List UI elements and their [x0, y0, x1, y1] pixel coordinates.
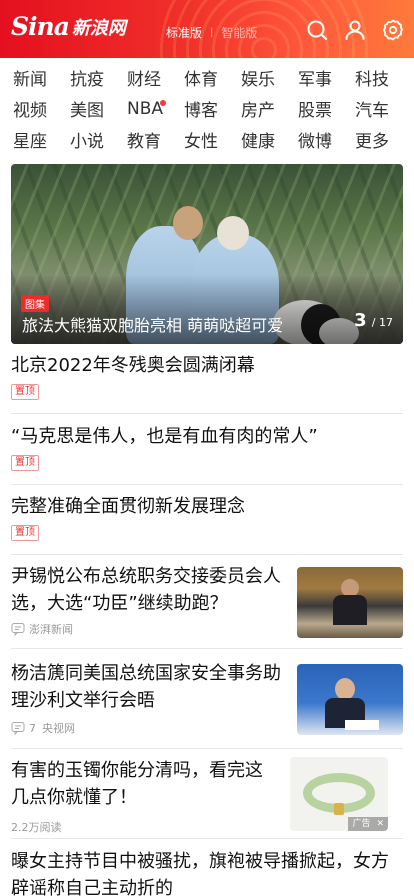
- channel-auto[interactable]: 汽车: [355, 96, 412, 121]
- ad-close-icon[interactable]: ✕: [376, 817, 384, 831]
- channel-more[interactable]: 更多: [355, 127, 412, 152]
- keeper-head: [173, 206, 203, 240]
- channel-nba-label: NBA: [127, 98, 164, 119]
- channel-covid[interactable]: 抗疫: [70, 65, 127, 90]
- ad-item[interactable]: 有害的玉镯你能分清吗，看完这几点你就懂了！ 2.2万阅读 广告 ✕: [11, 757, 403, 839]
- new-dot-icon: [160, 99, 166, 106]
- channel-house[interactable]: 房产: [241, 96, 298, 121]
- channel-row: 视频 美图 NBA 博客 房产 股票 汽车: [13, 93, 412, 124]
- sina-logo[interactable]: Sina 新浪网: [11, 12, 126, 41]
- channel-sports[interactable]: 体育: [184, 65, 241, 90]
- news-thumbnail[interactable]: [297, 567, 403, 638]
- comment-icon: [11, 721, 25, 735]
- channel-tech[interactable]: 科技: [355, 65, 412, 90]
- standard-version-link[interactable]: 标准版: [166, 24, 202, 41]
- channel-photos[interactable]: 美图: [70, 96, 127, 121]
- channel-finance[interactable]: 财经: [127, 65, 184, 90]
- logo-text-cn: 新浪网: [71, 17, 126, 39]
- channel-military[interactable]: 军事: [298, 65, 355, 90]
- channel-health[interactable]: 健康: [241, 127, 298, 152]
- logo-text-en: Sina: [11, 12, 70, 41]
- user-icon[interactable]: [343, 18, 367, 42]
- news-item[interactable]: 杨洁篪同美国总统国家安全事务助理沙利文举行会晤 7 央视网: [11, 660, 403, 749]
- pinned-badge: 置顶: [11, 384, 39, 400]
- carousel-pager: 3 / 17: [354, 310, 393, 331]
- news-title[interactable]: 尹锡悦公布总统职务交接委员会人选，大选“功臣”继续助跑？: [11, 563, 287, 617]
- ad-label: 广告: [352, 819, 371, 829]
- channel-astro[interactable]: 星座: [13, 127, 70, 152]
- news-title[interactable]: 杨洁篪同美国总统国家安全事务助理沙利文举行会晤: [11, 660, 287, 714]
- comment-count: 7: [29, 721, 36, 735]
- channel-video[interactable]: 视频: [13, 96, 70, 121]
- channel-blog[interactable]: 博客: [184, 96, 241, 121]
- settings-icon[interactable]: [381, 18, 405, 42]
- news-item[interactable]: 曝女主持节目中被骚扰，旗袍被导播掀起，女方辟谣称自己主动折的: [11, 848, 403, 896]
- top-header: Sina 新浪网 标准版 | 智能版: [0, 0, 414, 58]
- pinned-badge: 置顶: [11, 525, 39, 541]
- news-source: 澎湃新闻: [29, 623, 73, 636]
- banner-title[interactable]: 旅法大熊猫双胞胎亮相 萌萌哒超可爱: [22, 312, 283, 336]
- channel-women[interactable]: 女性: [184, 127, 241, 152]
- news-title[interactable]: “马克思是伟人，也是有血有肉的常人”: [11, 423, 403, 450]
- news-title[interactable]: 有害的玉镯你能分清吗，看完这几点你就懂了！: [11, 757, 273, 811]
- news-title[interactable]: 北京2022年冬残奥会圆满闭幕: [11, 352, 403, 379]
- smart-version-link[interactable]: 智能版: [221, 24, 257, 41]
- news-title[interactable]: 完整准确全面贯彻新发展理念: [11, 493, 403, 520]
- channel-row: 星座 小说 教育 女性 健康 微博 更多: [13, 124, 412, 155]
- news-title[interactable]: 曝女主持节目中被骚扰，旗袍被导播掀起，女方辟谣称自己主动折的: [11, 848, 403, 896]
- pager-total: / 17: [371, 316, 393, 329]
- ad-thumbnail[interactable]: 广告 ✕: [290, 757, 388, 831]
- search-icon[interactable]: [305, 18, 329, 42]
- gallery-tag: 图集: [21, 295, 49, 312]
- news-source: 央视网: [42, 722, 75, 735]
- pinned-badge: 置顶: [11, 455, 39, 471]
- pager-current: 3: [354, 310, 367, 331]
- comment-icon: [11, 622, 25, 636]
- news-item[interactable]: 完整准确全面贯彻新发展理念 置顶: [11, 493, 403, 555]
- channel-weibo[interactable]: 微博: [298, 127, 355, 152]
- channel-news[interactable]: 新闻: [13, 65, 70, 90]
- channel-row: 新闻 抗疫 财经 体育 娱乐 军事 科技: [13, 62, 412, 93]
- news-item[interactable]: 北京2022年冬残奥会圆满闭幕 置顶: [11, 352, 403, 414]
- photo-carousel[interactable]: 图集 旅法大熊猫双胞胎亮相 萌萌哒超可爱 3 / 17: [11, 164, 403, 344]
- channel-stocks[interactable]: 股票: [298, 96, 355, 121]
- channel-ent[interactable]: 娱乐: [241, 65, 298, 90]
- version-separator: |: [210, 27, 214, 38]
- channel-edu[interactable]: 教育: [127, 127, 184, 152]
- ad-badge[interactable]: 广告 ✕: [348, 817, 388, 831]
- read-count: 2.2万阅读: [11, 821, 62, 834]
- keeper-head: [217, 216, 249, 250]
- channel-nav: 新闻 抗疫 财经 体育 娱乐 军事 科技 视频 美图 NBA 博客 房产 股票 …: [0, 62, 414, 155]
- news-item[interactable]: 尹锡悦公布总统职务交接委员会人选，大选“功臣”继续助跑？ 澎湃新闻: [11, 563, 403, 649]
- channel-novel[interactable]: 小说: [70, 127, 127, 152]
- news-thumbnail[interactable]: [297, 664, 403, 735]
- news-item[interactable]: “马克思是伟人，也是有血有肉的常人” 置顶: [11, 423, 403, 485]
- version-switch: 标准版 | 智能版: [166, 24, 257, 41]
- channel-nba[interactable]: NBA: [127, 99, 184, 119]
